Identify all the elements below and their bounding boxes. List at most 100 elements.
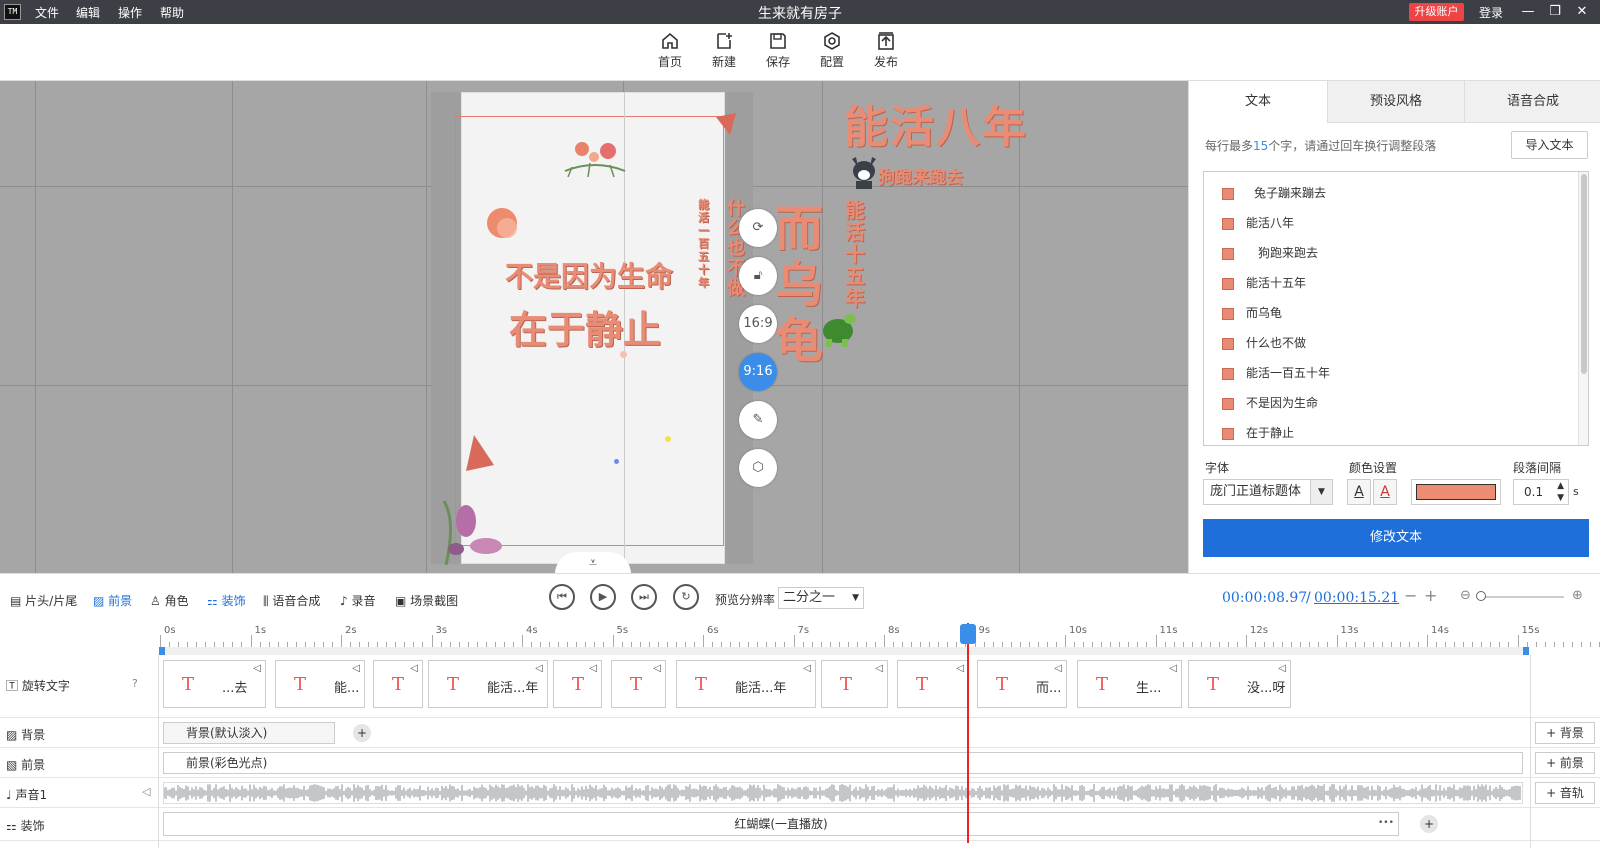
tab-text[interactable]: 文本 <box>1189 81 1327 123</box>
volume-icon[interactable]: ◁ <box>535 663 543 674</box>
login-link[interactable]: 登录 <box>1479 4 1503 21</box>
resolution-select[interactable]: 二分之一 ▼ <box>778 587 864 609</box>
zoom-slider-handle[interactable] <box>1476 591 1486 601</box>
new-button[interactable]: 新建 <box>704 30 744 78</box>
play-button[interactable]: ▶ <box>590 584 616 610</box>
range-bar[interactable] <box>159 647 1529 655</box>
add-foreground-button[interactable]: + 前景 <box>1535 752 1595 774</box>
volume-icon[interactable]: ◁ <box>803 663 811 674</box>
checkbox-icon[interactable] <box>1222 338 1234 350</box>
volume-icon[interactable]: ◁ <box>589 663 597 674</box>
canvas-text-t2[interactable]: 狗跑来跑去 <box>878 163 963 188</box>
canvas-settings-button[interactable]: ⬡ <box>739 449 777 487</box>
add-clip-icon[interactable]: + <box>353 724 371 742</box>
canvas-text-t3[interactable]: 能活十五年 <box>845 199 867 309</box>
volume-icon[interactable]: ◁ <box>1054 663 1062 674</box>
import-text-button[interactable]: 导入文本 <box>1511 131 1588 159</box>
more-icon[interactable]: ••• <box>1378 818 1394 828</box>
text-clip[interactable]: T ◁ <box>553 660 602 708</box>
range-end-handle[interactable] <box>1523 647 1529 655</box>
tab-intro-outro[interactable]: ▤ 片头/片尾 <box>10 592 77 609</box>
chevron-down-icon[interactable]: ▼ <box>852 588 859 608</box>
rotate-button[interactable]: ⟳ <box>739 209 777 247</box>
tab-voice-synth[interactable]: ⫼ 语音合成 <box>263 592 320 609</box>
list-item[interactable]: 兔子蹦来蹦去 <box>1204 178 1574 208</box>
list-item[interactable]: 在于静止 <box>1204 418 1574 445</box>
list-item[interactable]: 而乌龟 <box>1204 298 1574 328</box>
publish-button[interactable]: 发布 <box>866 30 906 78</box>
modify-text-button[interactable]: 修改文本 <box>1203 519 1589 557</box>
font-select[interactable]: 庞门正道标题体 ▼ <box>1203 479 1333 505</box>
edit-button[interactable]: ✎ <box>739 401 777 439</box>
volume-icon[interactable]: ◁ <box>1278 663 1286 674</box>
text-clip[interactable]: T 而... ◁ <box>977 660 1067 708</box>
preview-canvas[interactable]: 能活八年 狗跑来跑去 能活十五年 而乌龟 什么也不做 能活一百五十年 不是因为生… <box>0 81 1188 573</box>
volume-icon[interactable]: ◁ <box>1169 663 1177 674</box>
checkbox-icon[interactable] <box>1222 218 1234 230</box>
chevron-down-icon[interactable]: ▼ <box>1310 480 1332 504</box>
upgrade-button[interactable]: 升级账户 <box>1409 3 1464 21</box>
add-audio-track-button[interactable]: + 音轨 <box>1535 782 1595 804</box>
checkbox-icon[interactable] <box>1222 248 1234 260</box>
collapse-toggle[interactable]: ⩡ <box>555 552 631 573</box>
decoration-clip[interactable]: 红蝴蝶(一直播放) <box>163 812 1399 836</box>
list-scrollbar[interactable] <box>1578 172 1588 445</box>
canvas-text-t7[interactable]: 不是因为生命 <box>505 255 673 295</box>
stroke-color-button[interactable]: A <box>1373 479 1397 505</box>
tab-decoration[interactable]: ⚏ 装饰 <box>207 592 246 609</box>
text-clip[interactable]: T ...去 ◁ <box>163 660 266 708</box>
text-clip[interactable]: T ◁ <box>611 660 666 708</box>
save-button[interactable]: 保存 <box>758 30 798 78</box>
text-clip[interactable]: T ◁ <box>821 660 888 708</box>
prev-button[interactable]: ⏮ <box>549 584 575 610</box>
tab-voice-synthesis[interactable]: 语音合成 <box>1464 81 1600 123</box>
spacing-input[interactable]: 0.1 ▲ ▼ <box>1513 479 1569 505</box>
help-icon[interactable]: ? <box>132 677 138 690</box>
list-item[interactable]: 狗跑来跑去 <box>1204 238 1574 268</box>
list-item[interactable]: 能活一百五十年 <box>1204 358 1574 388</box>
volume-icon[interactable]: ◁ <box>956 663 964 674</box>
canvas-text-t6[interactable]: 能活一百五十年 <box>698 198 712 289</box>
playhead[interactable] <box>967 623 969 843</box>
unlock-button[interactable]: 🔓︎ <box>739 257 777 295</box>
zoom-in-icon[interactable]: ⊕ <box>1572 588 1583 603</box>
minus-icon[interactable]: − <box>1404 586 1417 605</box>
checkbox-icon[interactable] <box>1222 398 1234 410</box>
ratio-9-16-button[interactable]: 9:16 <box>739 353 777 391</box>
range-start-handle[interactable] <box>159 647 165 655</box>
tab-preset-style[interactable]: 预设风格 <box>1327 81 1464 123</box>
foreground-clip[interactable]: 前景(彩色光点) <box>163 752 1523 774</box>
volume-icon[interactable]: ◁ <box>410 663 418 674</box>
replay-button[interactable]: ↻ <box>673 584 699 610</box>
volume-icon[interactable]: ◁ <box>352 663 360 674</box>
checkbox-icon[interactable] <box>1222 278 1234 290</box>
restore-icon[interactable]: ❐ <box>1545 2 1565 22</box>
checkbox-icon[interactable] <box>1222 428 1234 440</box>
volume-icon[interactable]: ◁ <box>653 663 661 674</box>
text-clip[interactable]: T 生... ◁ <box>1077 660 1182 708</box>
zoom-out-icon[interactable]: ⊖ <box>1460 588 1471 603</box>
checkbox-icon[interactable] <box>1222 368 1234 380</box>
text-color-button[interactable]: A <box>1347 479 1371 505</box>
text-clip[interactable]: T ◁ <box>897 660 969 708</box>
playhead-handle[interactable] <box>960 624 976 644</box>
text-clip[interactable]: T 能活...年 ◁ <box>676 660 816 708</box>
add-background-button[interactable]: + 背景 <box>1535 722 1595 744</box>
plus-icon[interactable]: + <box>1424 586 1437 605</box>
volume-icon[interactable]: ◁ <box>253 663 261 674</box>
volume-icon[interactable]: ◁ <box>142 785 150 798</box>
text-list[interactable]: 兔子蹦来蹦去 能活八年 狗跑来跑去 能活十五年 而乌龟 什么也不做 能活一百五十… <box>1203 171 1589 446</box>
total-time[interactable]: 00:00:15.21 <box>1314 590 1399 606</box>
list-item[interactable]: 什么也不做 <box>1204 328 1574 358</box>
tab-character[interactable]: ♙ 角色 <box>150 592 189 609</box>
add-clip-icon[interactable]: + <box>1420 815 1438 833</box>
ratio-16-9-button[interactable]: 16:9 <box>739 305 777 343</box>
zoom-slider-track[interactable] <box>1480 596 1564 598</box>
stepper-icon[interactable]: ▲ ▼ <box>1557 480 1564 504</box>
text-clip[interactable]: T 没...呀 ◁ <box>1188 660 1291 708</box>
home-button[interactable]: 首页 <box>650 30 690 78</box>
audio-clip[interactable] <box>163 782 1523 804</box>
color-picker[interactable] <box>1411 479 1501 505</box>
minimize-icon[interactable]: — <box>1518 2 1538 22</box>
text-clip[interactable]: T ◁ <box>373 660 423 708</box>
